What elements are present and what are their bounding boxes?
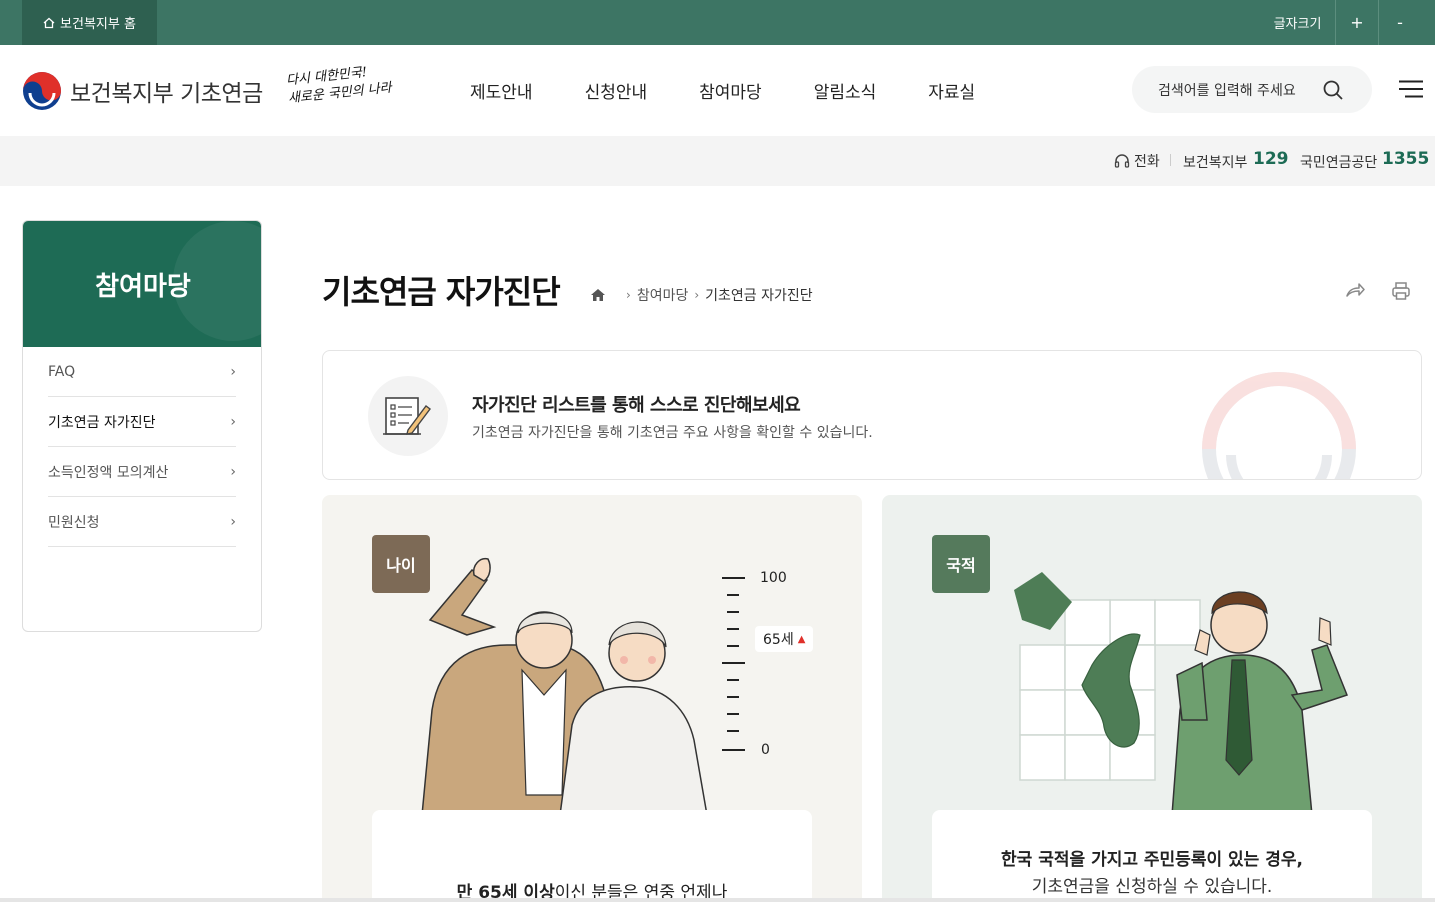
site-header: 보건복지부 기초연금 다시 대한민국! 새로운 국민의 나라 제도안내 신청안내…: [0, 45, 1435, 136]
home-icon: [43, 17, 55, 28]
search-placeholder: 검색어를 입력해 주세요: [1158, 82, 1296, 99]
share-icon[interactable]: [1345, 281, 1365, 299]
sidebar-item-civil-request[interactable]: 민원신청 ›: [48, 497, 236, 547]
page-title: 기초연금 자가진단: [322, 273, 561, 311]
sidebar-item-label: 기초연금 자가진단: [48, 414, 156, 431]
nav-item-library[interactable]: 자료실: [928, 78, 975, 103]
chevron-right-icon: ›: [230, 513, 236, 530]
breadcrumb-separator: ›: [694, 288, 700, 302]
print-icon[interactable]: [1391, 281, 1411, 301]
nationality-card: 국적 한국 국적을 가지고 주민등록이 있는 경우, 기초연금을 신청하실 수 …: [882, 495, 1422, 902]
breadcrumb: › 참여마당 › 기초연금 자가진단: [590, 285, 813, 305]
search-icon[interactable]: [1322, 79, 1344, 101]
sidebar-menu: FAQ › 기초연금 자가진단 › 소득인정액 모의계산 › 민원신청 ›: [23, 347, 261, 547]
breadcrumb-current: 기초연금 자가진단: [705, 288, 813, 304]
chevron-right-icon: ›: [230, 363, 236, 380]
scale-bottom-label: 0: [761, 742, 770, 758]
main-nav: 제도안내 신청안내 참여마당 알림소식 자료실: [470, 78, 1027, 103]
bottom-edge: [0, 898, 1435, 902]
nationality-card-text-line2: 기초연금을 신청하실 수 있습니다.: [1031, 877, 1273, 897]
sidebar: 참여마당 FAQ › 기초연금 자가진단 › 소득인정액 모의계산 › 민원신청…: [22, 220, 262, 632]
intro-description: 기초연금 자가진단을 통해 기초연금 주요 사항을 확인할 수 있습니다.: [472, 425, 873, 441]
sidebar-item-self-diagnosis[interactable]: 기초연금 자가진단 ›: [48, 397, 236, 447]
breadcrumb-separator: ›: [626, 288, 631, 302]
font-increase-button[interactable]: +: [1335, 0, 1378, 45]
sidebar-item-label: FAQ: [48, 363, 76, 380]
elderly-couple-illustration: [421, 557, 708, 815]
menu-icon[interactable]: [1399, 80, 1423, 98]
nav-item-system[interactable]: 제도안내: [470, 78, 533, 103]
age-card-text-box: 만 65세 이상이신 분들은 연중 언제나: [372, 810, 812, 902]
nav-item-apply[interactable]: 신청안내: [585, 78, 648, 103]
divider: [1170, 154, 1171, 166]
tel-label: 전화: [1134, 154, 1160, 170]
nationality-card-text-bold: 한국 국적을 가지고 주민등록이 있는 경우,: [1001, 850, 1303, 870]
search-input[interactable]: 검색어를 입력해 주세요: [1132, 66, 1372, 113]
sidebar-decoration: [173, 221, 261, 341]
chevron-right-icon: ›: [230, 413, 236, 430]
ministry-home-label: 보건복지부 홈: [60, 17, 136, 32]
sidebar-item-label: 민원신청: [48, 514, 100, 531]
font-size-label: 글자크기: [1273, 17, 1322, 32]
slogan: 다시 대한민국! 새로운 국민의 나라: [285, 62, 393, 109]
site-logo[interactable]: 보건복지부 기초연금: [22, 71, 263, 111]
home-icon[interactable]: [590, 288, 606, 302]
headset-icon: [1114, 154, 1130, 168]
age-scale: [722, 577, 745, 751]
chevron-right-icon: ›: [230, 463, 236, 480]
nav-item-news[interactable]: 알림소식: [814, 78, 877, 103]
logo-text: 보건복지부 기초연금: [70, 81, 263, 107]
nationality-card-text-box: 한국 국적을 가지고 주민등록이 있는 경우, 기초연금을 신청하실 수 있습니…: [932, 810, 1372, 902]
top-utility-bar: 보건복지부 홈 글자크기 + -: [0, 0, 1435, 45]
checklist-icon: [383, 397, 431, 435]
sidebar-item-faq[interactable]: FAQ ›: [48, 347, 236, 397]
taegeuk-watermark-icon: [1202, 372, 1356, 479]
ministry-home-link[interactable]: 보건복지부 홈: [22, 0, 157, 45]
breadcrumb-item[interactable]: 참여마당: [637, 285, 689, 305]
sidebar-item-income-calc[interactable]: 소득인정액 모의계산 ›: [48, 447, 236, 497]
korea-puzzle-illustration: [1014, 572, 1348, 815]
scale-marker-label: 65세: [763, 632, 794, 648]
taegeuk-logo-icon: [23, 72, 61, 110]
contact-bar: 전화 보건복지부 129 국민연금공단 1355: [0, 136, 1435, 186]
triangle-up-icon: ▲: [797, 633, 806, 645]
tel-group: 전화: [1114, 151, 1160, 171]
age-card: 나이 100 65세 ▲ 0 만 65세 이상이신 분들은 연중 언제나: [322, 495, 862, 902]
page-tools: [1345, 281, 1411, 301]
scale-marker: 65세 ▲: [755, 626, 814, 652]
nav-item-participation[interactable]: 참여마당: [699, 78, 762, 103]
org1-label: 보건복지부: [1183, 155, 1248, 171]
intro-box: 자가진단 리스트를 통해 스스로 진단해보세요 기초연금 자가진단을 통해 기초…: [322, 350, 1422, 480]
org2-label: 국민연금공단: [1300, 155, 1378, 171]
checklist-icon-wrap: [368, 376, 448, 456]
intro-title: 자가진단 리스트를 통해 스스로 진단해보세요: [472, 395, 801, 416]
sidebar-item-label: 소득인정액 모의계산: [48, 464, 169, 481]
scale-top-label: 100: [760, 570, 787, 586]
sidebar-header: 참여마당: [23, 221, 261, 347]
org1-number[interactable]: 129: [1253, 149, 1289, 169]
font-decrease-button[interactable]: -: [1378, 0, 1421, 45]
org2-number[interactable]: 1355: [1382, 149, 1429, 169]
